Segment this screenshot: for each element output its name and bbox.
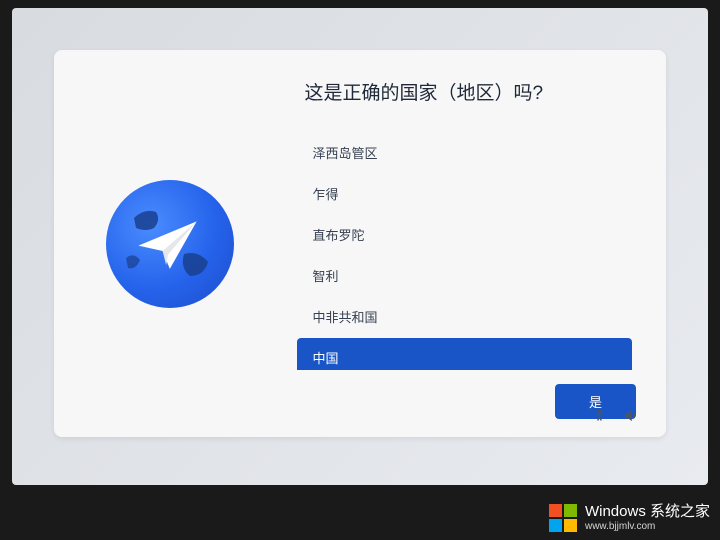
watermark-text: Windows 系统之家 www.bjjmlv.com bbox=[585, 504, 710, 532]
volume-icon[interactable] bbox=[623, 408, 638, 423]
paper-plane-icon bbox=[125, 199, 215, 289]
globe-plane-icon bbox=[106, 180, 234, 308]
button-row: 是 bbox=[297, 384, 636, 419]
region-item[interactable]: 直布罗陀 bbox=[297, 215, 632, 254]
content-panel: 这是正确的国家（地区）吗? 泽西岛管区 乍得 直布罗陀 智利 中非共和国 中国 … bbox=[287, 50, 666, 437]
illustration-panel bbox=[54, 50, 287, 437]
windows-logo-icon bbox=[549, 504, 577, 532]
accessibility-icon[interactable] bbox=[592, 408, 607, 423]
system-tray bbox=[592, 408, 638, 423]
region-item[interactable]: 乍得 bbox=[297, 174, 632, 213]
watermark-main: Windows 系统之家 bbox=[585, 504, 710, 521]
setup-card: 这是正确的国家（地区）吗? 泽西岛管区 乍得 直布罗陀 智利 中非共和国 中国 … bbox=[54, 50, 666, 437]
region-item[interactable]: 中非共和国 bbox=[297, 297, 632, 336]
oobe-screen: 这是正确的国家（地区）吗? 泽西岛管区 乍得 直布罗陀 智利 中非共和国 中国 … bbox=[12, 8, 708, 485]
region-item[interactable]: 泽西岛管区 bbox=[297, 133, 632, 172]
watermark-sub: www.bjjmlv.com bbox=[585, 521, 710, 532]
page-title: 这是正确的国家（地区）吗? bbox=[305, 78, 636, 105]
watermark: Windows 系统之家 www.bjjmlv.com bbox=[549, 504, 710, 532]
region-item[interactable]: 智利 bbox=[297, 256, 632, 295]
region-item-selected[interactable]: 中国 bbox=[297, 338, 632, 370]
region-list: 泽西岛管区 乍得 直布罗陀 智利 中非共和国 中国 bbox=[297, 133, 636, 370]
